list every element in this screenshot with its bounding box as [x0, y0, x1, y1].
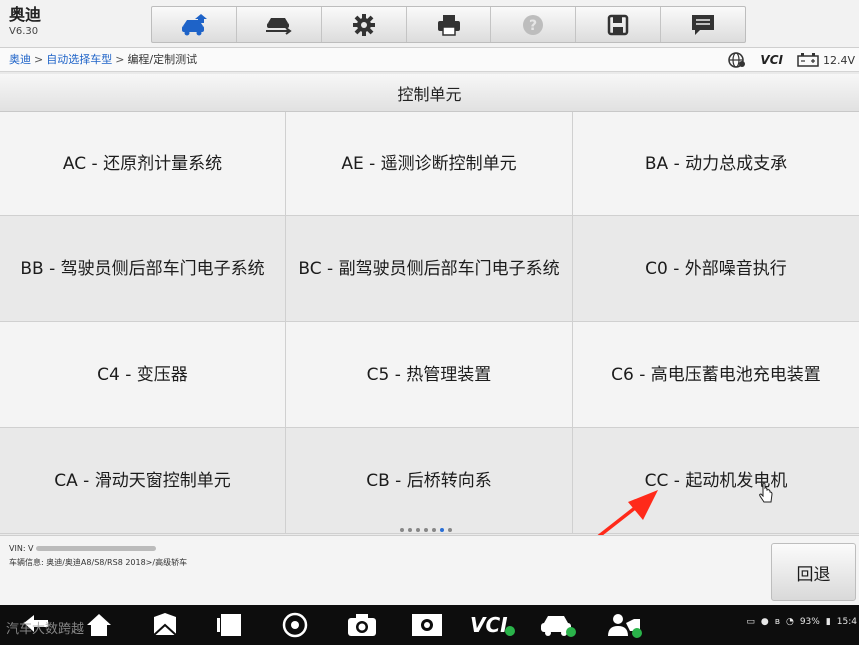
car-battery-icon	[797, 53, 819, 67]
vehicle-ok-icon[interactable]	[538, 611, 578, 639]
brand-block: 奥迪 V6.30	[9, 5, 41, 39]
module-c4[interactable]: C4 - 变压器	[0, 322, 286, 428]
main-toolbar: ?	[151, 6, 746, 43]
breadcrumb-item-auto-select[interactable]: 自动选择车型	[46, 53, 112, 66]
system-status: ▭ ● ʙ ◔ 93% ▮ 15:4	[746, 617, 857, 627]
vin-line: VIN: V	[9, 544, 156, 553]
vehicle-swap-button[interactable]	[237, 7, 322, 42]
app-version: V6.30	[9, 26, 39, 37]
voltage-value: 12.4V	[822, 53, 855, 67]
breadcrumb: 奥迪 > 自动选择车型 > 编程/定制测试	[9, 53, 197, 67]
camera-icon[interactable]	[346, 611, 378, 639]
vin-label: VIN: V	[9, 544, 34, 553]
breadcrumb-bar: 奥迪 > 自动选择车型 > 编程/定制测试 VCI 12.4V	[0, 48, 859, 72]
mouse-cursor-icon	[759, 482, 773, 503]
page-dot	[400, 528, 404, 532]
watermark-text: 汽车大数跨越	[6, 622, 85, 637]
page-dot	[408, 528, 412, 532]
module-cb[interactable]: CB - 后桥转向系	[286, 428, 573, 534]
control-unit-grid: AC - 还原剂计量系统 AE - 遥测诊断控制单元 BA - 动力总成支承 B…	[0, 112, 859, 534]
vehicle-info: 车辆信息: 奥迪/奥迪A8/S8/RS8 2018>/高级轿车	[9, 558, 188, 567]
settings-button[interactable]	[322, 7, 407, 42]
brightness-icon[interactable]	[410, 611, 444, 639]
recent-apps-icon[interactable]	[216, 611, 246, 639]
message-button[interactable]	[661, 7, 745, 42]
home-button[interactable]	[152, 7, 237, 42]
help-icon: ?	[523, 14, 544, 35]
module-bc[interactable]: BC - 副驾驶员侧后部车门电子系统	[286, 216, 573, 322]
module-c5[interactable]: C5 - 热管理装置	[286, 322, 573, 428]
module-ae[interactable]: AE - 遥测诊断控制单元	[286, 112, 573, 216]
svg-text:?: ?	[529, 18, 537, 34]
page-dot	[416, 528, 420, 532]
vci-nav-label: VCI	[470, 613, 508, 637]
breadcrumb-separator: >	[34, 53, 44, 66]
print-button[interactable]	[407, 7, 492, 42]
save-button[interactable]	[576, 7, 662, 42]
vehicle-swap-icon	[265, 17, 292, 35]
help-button[interactable]: ?	[491, 7, 577, 42]
module-ac[interactable]: AC - 还原剂计量系统	[0, 112, 286, 216]
vci-status: VCI	[760, 53, 783, 67]
back-button[interactable]: 回退	[771, 543, 856, 601]
cast-icon: ▭	[746, 617, 755, 627]
page-dot	[432, 528, 436, 532]
location-icon: ●	[760, 617, 769, 627]
network-globe-icon	[728, 52, 746, 68]
status-icons: VCI 12.4V	[728, 52, 855, 68]
mail-icon[interactable]	[150, 611, 180, 639]
remote-support-icon[interactable]	[604, 611, 644, 639]
battery-percent: 93%	[799, 617, 820, 627]
page-dot	[448, 528, 452, 532]
breadcrumb-item-brand[interactable]: 奥迪	[9, 53, 31, 66]
brand-name: 奥迪	[9, 5, 42, 24]
vci-connected-icon	[504, 626, 515, 636]
top-bar: 奥迪 V6.30 ?	[0, 0, 859, 48]
bluetooth-icon: ʙ	[774, 617, 780, 627]
battery-icon: ▮	[825, 617, 831, 627]
vehicle-info-bar: VIN: V 车辆信息: 奥迪/奥迪A8/S8/RS8 2018>/高级轿车 回…	[0, 535, 859, 605]
home-car-icon	[181, 13, 207, 35]
module-c6[interactable]: C6 - 高电压蓄电池充电装置	[573, 322, 859, 428]
browser-icon[interactable]	[281, 611, 309, 639]
message-icon	[692, 14, 715, 35]
page-dot	[440, 528, 444, 532]
breadcrumb-item-current: 编程/定制测试	[127, 53, 198, 66]
page-indicator	[400, 528, 452, 532]
system-nav-bar: 汽车大数跨越 VCI ▭ ● ʙ ◔ 93% ▮ 15:4	[0, 605, 859, 645]
section-title: 控制单元	[0, 74, 859, 112]
app-screen: 奥迪 V6.30 ? 奥迪 > 自动选择车型 > 编程/定制测试 VCI 12.…	[0, 0, 859, 645]
save-icon	[607, 14, 629, 35]
module-bb[interactable]: BB - 驾驶员侧后部车门电子系统	[0, 216, 286, 322]
page-dot	[424, 528, 428, 532]
clock: 15:4	[836, 617, 857, 627]
home-icon[interactable]	[84, 611, 114, 639]
settings-gear-icon	[352, 13, 375, 36]
module-ca[interactable]: CA - 滑动天窗控制单元	[0, 428, 286, 534]
battery-voltage: 12.4V	[797, 53, 855, 67]
module-c0[interactable]: C0 - 外部噪音执行	[573, 216, 859, 322]
module-ba[interactable]: BA - 动力总成支承	[573, 112, 859, 216]
vci-shortcut[interactable]: VCI	[470, 611, 516, 639]
wifi-icon: ◔	[785, 617, 794, 627]
breadcrumb-separator: >	[115, 53, 125, 66]
print-icon	[437, 14, 460, 36]
vin-redacted	[35, 546, 156, 551]
